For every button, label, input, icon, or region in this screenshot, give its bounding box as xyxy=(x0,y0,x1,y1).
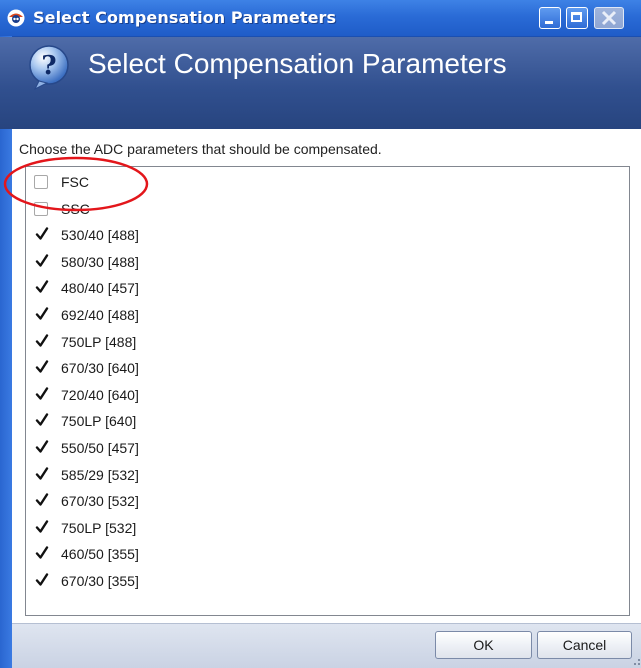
checkbox-checked[interactable] xyxy=(35,254,49,268)
checkbox-checked[interactable] xyxy=(35,573,49,587)
checkmark-icon xyxy=(35,360,49,373)
checkmark-icon xyxy=(35,440,49,453)
parameter-label: 530/40 [488] xyxy=(61,227,139,244)
parameter-label: SSC xyxy=(61,200,90,217)
checkbox-checked[interactable] xyxy=(35,440,49,454)
checkmark-icon xyxy=(35,254,49,267)
cancel-button[interactable]: Cancel xyxy=(537,631,632,659)
parameter-row[interactable]: 585/29 [532] xyxy=(34,464,334,488)
parameter-label: 585/29 [532] xyxy=(61,466,139,483)
header-title: Select Compensation Parameters xyxy=(88,48,507,79)
checkmark-icon xyxy=(35,227,49,240)
svg-text:?: ? xyxy=(41,51,56,81)
parameter-label: 480/40 [457] xyxy=(61,280,139,297)
parameter-row[interactable]: 530/40 [488] xyxy=(34,224,334,248)
parameter-label: 750LP [640] xyxy=(61,413,137,430)
parameter-label: 750LP [532] xyxy=(61,519,137,536)
parameter-label: 550/50 [457] xyxy=(61,440,139,456)
parameter-label: 580/30 [488] xyxy=(61,253,139,270)
checkbox-checked[interactable] xyxy=(35,546,49,560)
checkbox-unchecked[interactable] xyxy=(34,175,48,189)
checkbox-checked[interactable] xyxy=(35,413,49,427)
help-question-icon: ? xyxy=(29,45,69,91)
checkbox-checked[interactable] xyxy=(35,333,49,348)
parameter-row[interactable]: 480/40 [457] xyxy=(34,277,334,301)
parameter-list[interactable]: FSC SSC 530/40 [488] 580/30 [488] 480/40 [45… xyxy=(25,166,630,616)
close-icon xyxy=(601,10,617,26)
maximize-icon xyxy=(571,12,582,22)
checkmark-icon xyxy=(35,387,49,400)
parameter-row[interactable]: 670/30 [355] xyxy=(34,570,334,594)
parameter-label: 460/50 [355] xyxy=(61,546,139,563)
parameter-row[interactable]: 692/40 [488] xyxy=(34,304,334,328)
checkbox-checked[interactable] xyxy=(35,493,49,507)
checkbox-checked[interactable] xyxy=(35,360,49,374)
title-bar[interactable]: Select Compensation Parameters xyxy=(0,0,641,37)
checkmark-icon xyxy=(35,493,49,506)
parameter-row[interactable]: 750LP [640] xyxy=(34,410,334,434)
checkmark-icon xyxy=(35,413,49,427)
checkbox-checked[interactable] xyxy=(35,280,49,294)
checkmark-icon xyxy=(35,280,49,294)
checkmark-icon xyxy=(35,520,49,533)
app-icon xyxy=(7,9,25,27)
parameter-row[interactable]: 750LP [488] xyxy=(34,331,334,355)
checkmark-icon xyxy=(35,333,49,347)
maximize-button[interactable] xyxy=(566,7,588,29)
parameter-row[interactable]: SSC xyxy=(34,198,334,222)
parameter-row[interactable]: 550/50 [457] xyxy=(34,437,334,461)
checkmark-icon xyxy=(35,546,49,560)
window-left-border xyxy=(0,36,12,668)
checkmark-icon xyxy=(35,307,49,320)
checkbox-unchecked[interactable] xyxy=(34,201,48,216)
parameter-label: 670/30 [640] xyxy=(61,360,139,377)
parameter-row[interactable]: 670/30 [640] xyxy=(34,357,334,381)
parameter-label: 720/40 [640] xyxy=(61,386,139,403)
checkbox-checked[interactable] xyxy=(35,387,49,401)
instruction-text: Choose the ADC parameters that should be… xyxy=(19,141,382,157)
parameter-row[interactable]: FSC xyxy=(34,171,334,195)
checkmark-icon xyxy=(35,573,49,586)
minimize-button[interactable] xyxy=(539,7,561,29)
checkmark-icon xyxy=(35,466,49,480)
window-title: Select Compensation Parameters xyxy=(33,8,337,27)
checkbox-checked[interactable] xyxy=(35,307,49,321)
parameter-row[interactable]: 460/50 [355] xyxy=(34,543,334,567)
parameter-label: FSC xyxy=(61,174,89,190)
dialog-window: Select Compensation Parameters ? Select … xyxy=(0,0,641,668)
checkbox-checked[interactable] xyxy=(35,466,49,481)
parameter-row[interactable]: 720/40 [640] xyxy=(34,384,334,408)
parameter-row[interactable]: 750LP [532] xyxy=(34,517,334,541)
parameter-row[interactable]: 670/30 [532] xyxy=(34,490,334,514)
resize-grip-icon[interactable] xyxy=(631,656,641,666)
minimize-icon xyxy=(545,21,553,24)
parameter-row[interactable]: 580/30 [488] xyxy=(34,251,334,275)
parameter-label: 670/30 [532] xyxy=(61,493,139,510)
checkbox-checked[interactable] xyxy=(35,520,49,534)
parameter-label: 670/30 [355] xyxy=(61,573,139,589)
ok-button[interactable]: OK xyxy=(435,631,532,659)
close-button[interactable] xyxy=(594,7,624,29)
parameter-label: 692/40 [488] xyxy=(61,307,139,323)
parameter-label: 750LP [488] xyxy=(61,333,137,350)
checkbox-checked[interactable] xyxy=(35,227,49,241)
